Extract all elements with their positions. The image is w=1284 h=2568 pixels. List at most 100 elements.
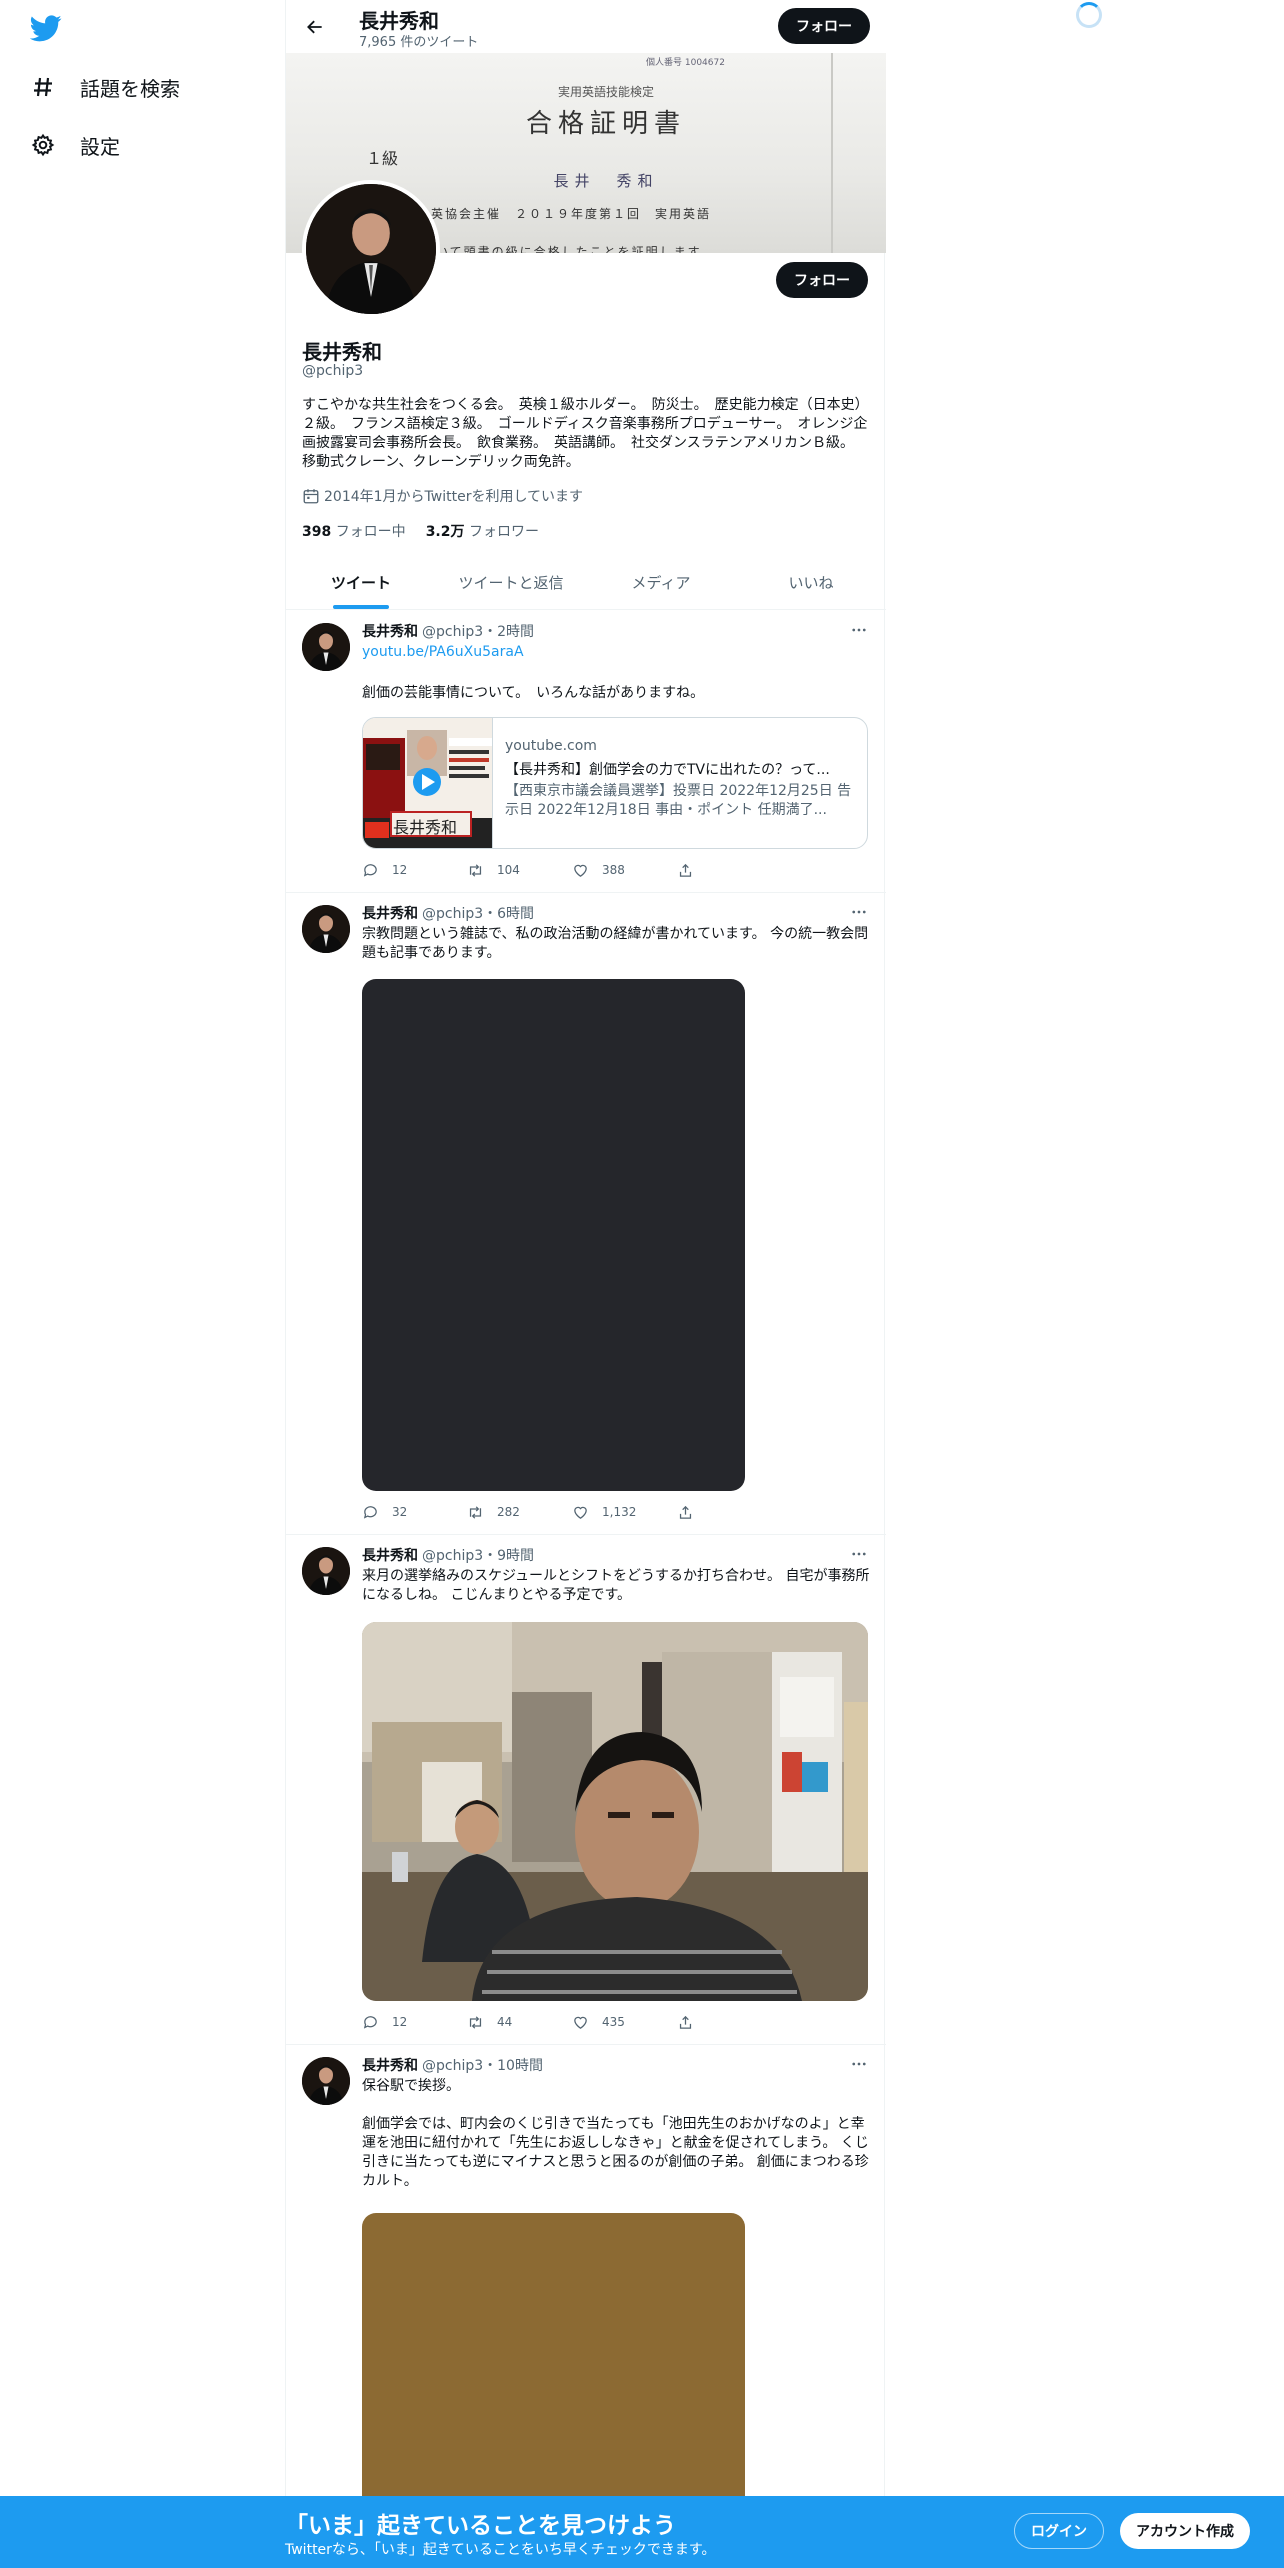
signup-prompt-bar: 「いま」起きていることを見つけよう Twitterなら、「いま」起きていることを… [0,2496,1284,2568]
tweet[interactable]: 長井秀和 @pchip3・2時間 youtu.be/PA6uXu5araA 創価… [286,611,886,893]
tweet-header: 長井秀和 @pchip3・6時間 [362,903,534,923]
tweet-avatar[interactable] [302,905,350,953]
tweet-author-name[interactable]: 長井秀和 [362,621,418,641]
like-button[interactable]: 435 [572,2013,677,2031]
tweet-meta: @pchip3・10時間 [422,2058,543,2074]
tweet-avatar[interactable] [302,623,350,671]
tweet-header: 長井秀和 @pchip3・2時間 [362,621,534,641]
profile-name: 長井秀和 [302,340,382,364]
more-options-icon[interactable] [848,2053,870,2075]
signup-prompt-subtitle: Twitterなら、「いま」起きていることをいち早くチェックできます。 [285,2542,716,2558]
card-thumbnail-text: 長井秀和 [393,818,458,837]
banner-divider [831,53,833,253]
profile-avatar[interactable] [302,180,440,318]
banner-text: いて頭書の級に合格したことを証明します [436,245,702,253]
tweet-avatar[interactable] [302,2057,350,2105]
tweet-actions: 32 282 1,132 [362,1503,782,1521]
tweet-author-name[interactable]: 長井秀和 [362,2055,418,2075]
calendar-icon [302,487,320,505]
tweet-text: 保谷駅で挨拶。 [362,2078,460,2094]
banner-text: 実用英語技能検定 [557,85,654,99]
tweet-author-name[interactable]: 長井秀和 [362,1545,418,1565]
banner-text: １級 [366,149,399,168]
tab-likes[interactable]: いいね [736,556,886,609]
back-arrow-icon[interactable] [300,12,330,42]
tweet-actions: 12 44 435 [362,2013,782,2031]
followers-link[interactable]: 3.2万 フォロワー [426,521,539,541]
share-button[interactable] [677,861,782,879]
tweet-header: 長井秀和 @pchip3・9時間 [362,1545,534,1565]
gear-icon [30,132,56,158]
reply-button[interactable]: 12 [362,861,467,879]
twitter-bird-icon[interactable] [29,12,66,44]
create-account-button[interactable]: アカウント作成 [1120,2513,1250,2549]
banner-text: 合格証明書 [525,109,686,139]
tweet-link[interactable]: youtu.be/PA6uXu5araA [362,643,872,662]
profile-tabs: ツイート ツイートと返信 メディア いいね [286,556,886,610]
reply-button[interactable]: 32 [362,1503,467,1521]
reply-icon [362,861,380,879]
tab-tweets[interactable]: ツイート [286,556,436,609]
card-title: 【長井秀和】創価学会の力でTVに出れたの？って... [505,762,830,778]
photo-room-scene [362,1622,868,2001]
link-preview-card[interactable]: 長井秀和 youtube.com 【長井秀和】創価学会の力でTVに出れたの？って… [362,717,868,849]
header-follow-button[interactable]: フォロー [778,8,870,44]
reply-icon [362,1503,380,1521]
header-tweet-count: 7,965 件のツイート [359,35,479,50]
main-column: 長井秀和 7,965 件のツイート フォロー 個人番号 1004672 実用英語… [285,0,886,2568]
like-button[interactable]: 388 [572,861,677,879]
share-icon [677,2013,695,2031]
sidebar-item-label: 設定 [80,134,120,159]
like-button[interactable]: 1,132 [572,1503,677,1521]
login-button[interactable]: ログイン [1014,2513,1104,2549]
sidebar-item-explore[interactable]: 話題を検索 [30,65,180,109]
tweet-avatar[interactable] [302,1547,350,1595]
banner-text: 個人番号 1004672 [646,58,725,68]
sidebar-item-label: 話題を検索 [80,76,180,101]
sidebar-item-settings[interactable]: 設定 [30,123,120,167]
header-name: 長井秀和 [359,9,439,33]
tweet-actions: 12 104 388 [362,861,782,879]
retweet-button[interactable]: 282 [467,1503,572,1521]
tweet[interactable]: 長井秀和 @pchip3・10時間 保谷駅で挨拶。 創価学会では、町内会のくじ引… [286,2045,886,2568]
following-link[interactable]: 398 フォロー中 [302,521,406,541]
card-thumbnail: 長井秀和 [363,718,493,848]
tweet[interactable]: 長井秀和 @pchip3・9時間 来月の選挙絡みのスケジュールとシフトをどうする… [286,1535,886,2045]
share-icon [677,861,695,879]
tab-media[interactable]: メディア [586,556,736,609]
hashtag-icon [30,74,56,100]
share-button[interactable] [677,2013,782,2031]
card-domain: youtube.com [505,738,597,754]
more-options-icon[interactable] [848,619,870,641]
more-options-icon[interactable] [848,901,870,923]
share-button[interactable] [677,1503,782,1521]
retweet-icon [467,861,485,879]
tweet-media-image[interactable] [362,1622,868,2001]
retweet-button[interactable]: 104 [467,861,572,879]
more-options-icon[interactable] [848,1543,870,1565]
card-body: youtube.com 【長井秀和】創価学会の力でTVに出れたの？って... 【… [493,718,867,848]
tweet-author-name[interactable]: 長井秀和 [362,903,418,923]
tweet-text: 来月の選挙絡みのスケジュールとシフトをどうするか打ち合わせ。 自宅が事務所になる… [362,1568,870,1603]
heart-icon [572,1503,590,1521]
loading-spinner-icon [1076,2,1102,28]
retweet-icon [467,1503,485,1521]
retweet-icon [467,2013,485,2031]
tweet[interactable]: 長井秀和 @pchip3・6時間 宗教問題という雑誌で、私の政治活動の経緯が書か… [286,893,886,1535]
profile-header-bar: 長井秀和 7,965 件のツイート フォロー [286,0,886,53]
profile-follow-button[interactable]: フォロー [776,262,868,298]
tweet-meta: @pchip3・9時間 [422,1548,535,1564]
reply-button[interactable]: 12 [362,2013,467,2031]
tweet-text: 創価学会では、町内会のくじ引きで当たっても「池田先生のおかげなのよ」と幸運を池田… [362,2116,869,2189]
heart-icon [572,861,590,879]
retweet-button[interactable]: 44 [467,2013,572,2031]
signup-prompt-title: 「いま」起きていることを見つけよう [285,2513,676,2539]
profile-joined: 2014年1月からTwitterを利用しています [302,486,583,506]
share-icon [677,1503,695,1521]
tweet-text: 創価の芸能事情について。 いろんな話がありますね。 [362,685,705,701]
banner-text: 英協会主催 ２０１９年度第１回 実用英語 [431,207,712,221]
tweet-header: 長井秀和 @pchip3・10時間 [362,2055,543,2075]
heart-icon [572,2013,590,2031]
tab-tweets-and-replies[interactable]: ツイートと返信 [436,556,586,609]
tweet-media-image[interactable] [362,979,745,1491]
